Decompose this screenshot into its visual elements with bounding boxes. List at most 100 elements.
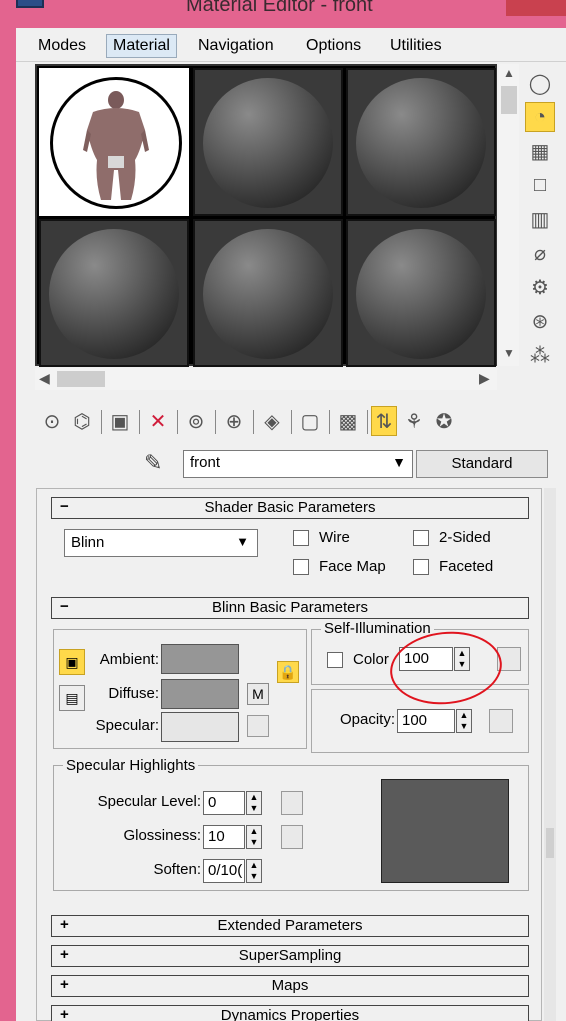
sample-slots [35,64,497,367]
diffuse-map-button[interactable]: M [247,683,269,705]
material-name: front [190,454,221,471]
opacity-label: Opacity: [339,711,395,728]
supersampling-rollout[interactable]: + SuperSampling [51,945,529,967]
select-by-material-icon[interactable]: ⊛ [525,306,555,336]
material-name-bar: ✎ front ▼ Standard [16,448,566,480]
slots-vertical-scrollbar[interactable]: ▲ ▼ [499,64,519,366]
make-preview-icon[interactable]: ⌀ [525,238,555,268]
title-bar: Material Editor - front [16,0,566,28]
material-id-channel-icon[interactable]: ◈ [259,406,285,436]
go-forward-sibling-icon[interactable]: ⚘ [401,406,427,436]
put-library-icon[interactable]: ⊕ [221,406,247,436]
panel-scrollbar[interactable] [544,488,556,1021]
specular-color-swatch[interactable] [161,712,239,742]
spinner-arrows-icon[interactable]: ▲ ▼ [246,825,262,849]
glossiness-spinner[interactable]: 10 ▲ ▼ [203,825,262,849]
menu-navigation[interactable]: Navigation [192,35,280,57]
show-end-result-icon[interactable]: ▩ [335,406,361,436]
backlight-icon[interactable]: ◔ [525,102,555,132]
figure-preview-icon [83,91,149,200]
opacity-spinner[interactable]: 100 ▲ ▼ [397,709,472,733]
spinner-arrows-icon[interactable]: ▲ ▼ [246,791,262,815]
specular-highlight-graph [381,779,509,883]
menu-utilities[interactable]: Utilities [384,35,448,57]
soften-spinner[interactable]: 0/10( ▲ ▼ [203,859,262,883]
soften-label: Soften: [153,861,201,878]
lock-diffuse-specular-icon[interactable]: ▤ [59,685,85,711]
specular-level-label: Specular Level: [97,793,201,810]
soften-value: 0/10( [208,862,243,879]
spinner-arrows-icon[interactable]: ▲ ▼ [246,859,262,883]
app-icon[interactable] [16,0,44,8]
go-to-parent-icon[interactable]: ⇅ [371,406,397,436]
spinner-arrows-icon[interactable]: ▲ ▼ [456,709,472,733]
blinn-basic-rollout[interactable]: − Blinn Basic Parameters [51,597,529,619]
specular-level-value: 0 [208,794,217,811]
face-map-checkbox[interactable]: Face Map [293,558,386,575]
specular-level-map-button[interactable] [281,791,303,815]
faceted-checkbox[interactable]: Faceted [413,558,493,575]
put-material-icon[interactable]: ⌬ [69,406,95,436]
scroll-left-icon[interactable]: ◀ [39,370,50,387]
self-illumination-title: Self-Illumination [321,620,434,637]
scroll-up-icon[interactable]: ▲ [503,66,515,80]
wire-label: Wire [319,529,350,546]
menu-modes[interactable]: Modes [32,35,92,57]
background-checker-icon[interactable]: ▦ [525,136,555,166]
lock-icon[interactable]: 🔒 [277,661,299,683]
ambient-color-swatch[interactable] [161,644,239,674]
specular-level-spinner[interactable]: 0 ▲ ▼ [203,791,262,815]
make-unique-icon[interactable]: ⊚ [183,406,209,436]
sample-slot-3[interactable] [346,68,496,216]
eyedropper-icon[interactable]: ✎ [144,450,162,476]
scroll-down-icon[interactable]: ▼ [503,346,515,360]
dynamics-properties-rollout[interactable]: + Dynamics Properties [51,1005,529,1021]
chevron-down-icon: ▼ [236,534,249,549]
sample-slot-6[interactable] [346,219,496,367]
scroll-right-icon[interactable]: ▶ [479,370,490,387]
options-icon[interactable]: ⚙ [525,272,555,302]
chevron-down-icon[interactable]: ▼ [392,454,406,470]
two-sided-checkbox[interactable]: 2-Sided [413,529,491,546]
slots-horizontal-scrollbar[interactable]: ◀ ▶ [35,368,497,390]
diffuse-color-swatch[interactable] [161,679,239,709]
window-title: Material Editor - front [186,0,373,16]
video-color-check-icon[interactable]: ▥ [525,204,555,234]
maps-rollout[interactable]: + Maps [51,975,529,997]
menu-options[interactable]: Options [300,35,367,57]
show-map-icon[interactable]: ▢ [297,406,323,436]
reset-map-icon[interactable]: ✕ [145,406,171,436]
sample-slot-5[interactable] [193,219,343,367]
material-preview [50,77,182,209]
close-button[interactable] [506,0,566,16]
sample-slot-1[interactable] [39,68,189,216]
material-map-navigator-icon[interactable]: ⁂ [525,340,555,370]
glossiness-value: 10 [208,828,225,845]
rollout-title: Maps [271,977,309,994]
glossiness-map-button[interactable] [281,825,303,849]
rollout-title: Extended Parameters [217,917,363,934]
sample-slot-4[interactable] [39,219,189,367]
self-illum-color-checkbox[interactable]: Color [327,651,389,668]
sample-uv-tiling-icon[interactable]: □ [525,170,555,200]
rollout-title: Blinn Basic Parameters [212,599,368,616]
extended-parameters-rollout[interactable]: + Extended Parameters [51,915,529,937]
opacity-map-button[interactable] [489,709,513,733]
opacity-value: 100 [402,712,428,729]
menu-material[interactable]: Material [106,34,177,58]
pick-material-icon[interactable]: ✪ [431,406,457,436]
sample-slot-2[interactable] [193,68,343,216]
shader-type-dropdown[interactable]: Blinn ▼ [64,529,258,557]
ambient-label: Ambient: [99,651,159,668]
shader-basic-rollout[interactable]: − Shader Basic Parameters [51,497,529,519]
assign-material-icon[interactable]: ▣ [107,406,133,436]
sample-type-sphere-icon[interactable]: ◯ [525,68,555,98]
lock-ambient-diffuse-icon[interactable]: ▣ [59,649,85,675]
get-material-icon[interactable]: ⊙ [39,406,65,436]
specular-map-button[interactable] [247,715,269,737]
specular-highlights-title: Specular Highlights [63,757,199,774]
face-map-label: Face Map [319,558,386,575]
wire-checkbox[interactable]: Wire [293,529,350,546]
material-name-field[interactable]: front ▼ [183,450,413,478]
material-type-button[interactable]: Standard [416,450,548,478]
